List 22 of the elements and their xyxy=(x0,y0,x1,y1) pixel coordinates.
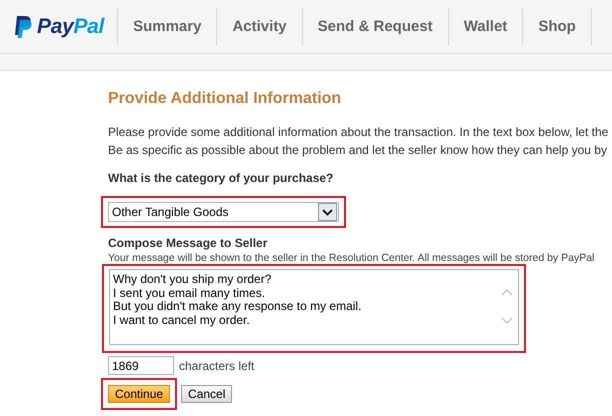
nav-tab[interactable]: Send & Request xyxy=(302,7,449,46)
message-hint: Your message will be shown to the seller in the Resolution Center. All messages will be stored by PayPal xyxy=(108,252,596,264)
logo-icon xyxy=(13,14,33,38)
intro-text: Please provide some additional information about the transaction. In the text box below, let the xyxy=(108,124,610,141)
logo-wordmark: PayPal xyxy=(37,14,104,38)
message-field[interactable]: Why don't you ship my order? I sent you email many times. But you didn't make any response to my email. I want to cancel my order. xyxy=(109,269,519,345)
intro-text: Be as specific as possible about the problem and let the seller know how they can help you by xyxy=(108,142,608,159)
nav-tab[interactable]: Wallet xyxy=(448,7,524,46)
category-dropdown[interactable]: Other Tangible Goods xyxy=(108,202,339,222)
nav-tab[interactable]: Shop xyxy=(523,7,592,46)
character-count-field[interactable]: 1869 xyxy=(108,356,174,375)
nav-tab[interactable]: Activity xyxy=(217,7,303,46)
nav-tab[interactable]: Summary xyxy=(118,7,218,46)
scroll-up-icon[interactable] xyxy=(501,288,513,296)
message-label: Compose Message to Seller xyxy=(108,236,268,250)
caret-icon xyxy=(318,203,337,221)
category-label: What is the category of your purchase? xyxy=(108,171,334,185)
page-title: Provide Additional Information xyxy=(108,90,342,108)
characters-left-label: characters left xyxy=(179,358,254,372)
scroll-down-icon[interactable] xyxy=(501,317,513,325)
cancel-button[interactable]: Cancel xyxy=(181,385,232,403)
continue-button[interactable]: Continue xyxy=(108,385,170,403)
